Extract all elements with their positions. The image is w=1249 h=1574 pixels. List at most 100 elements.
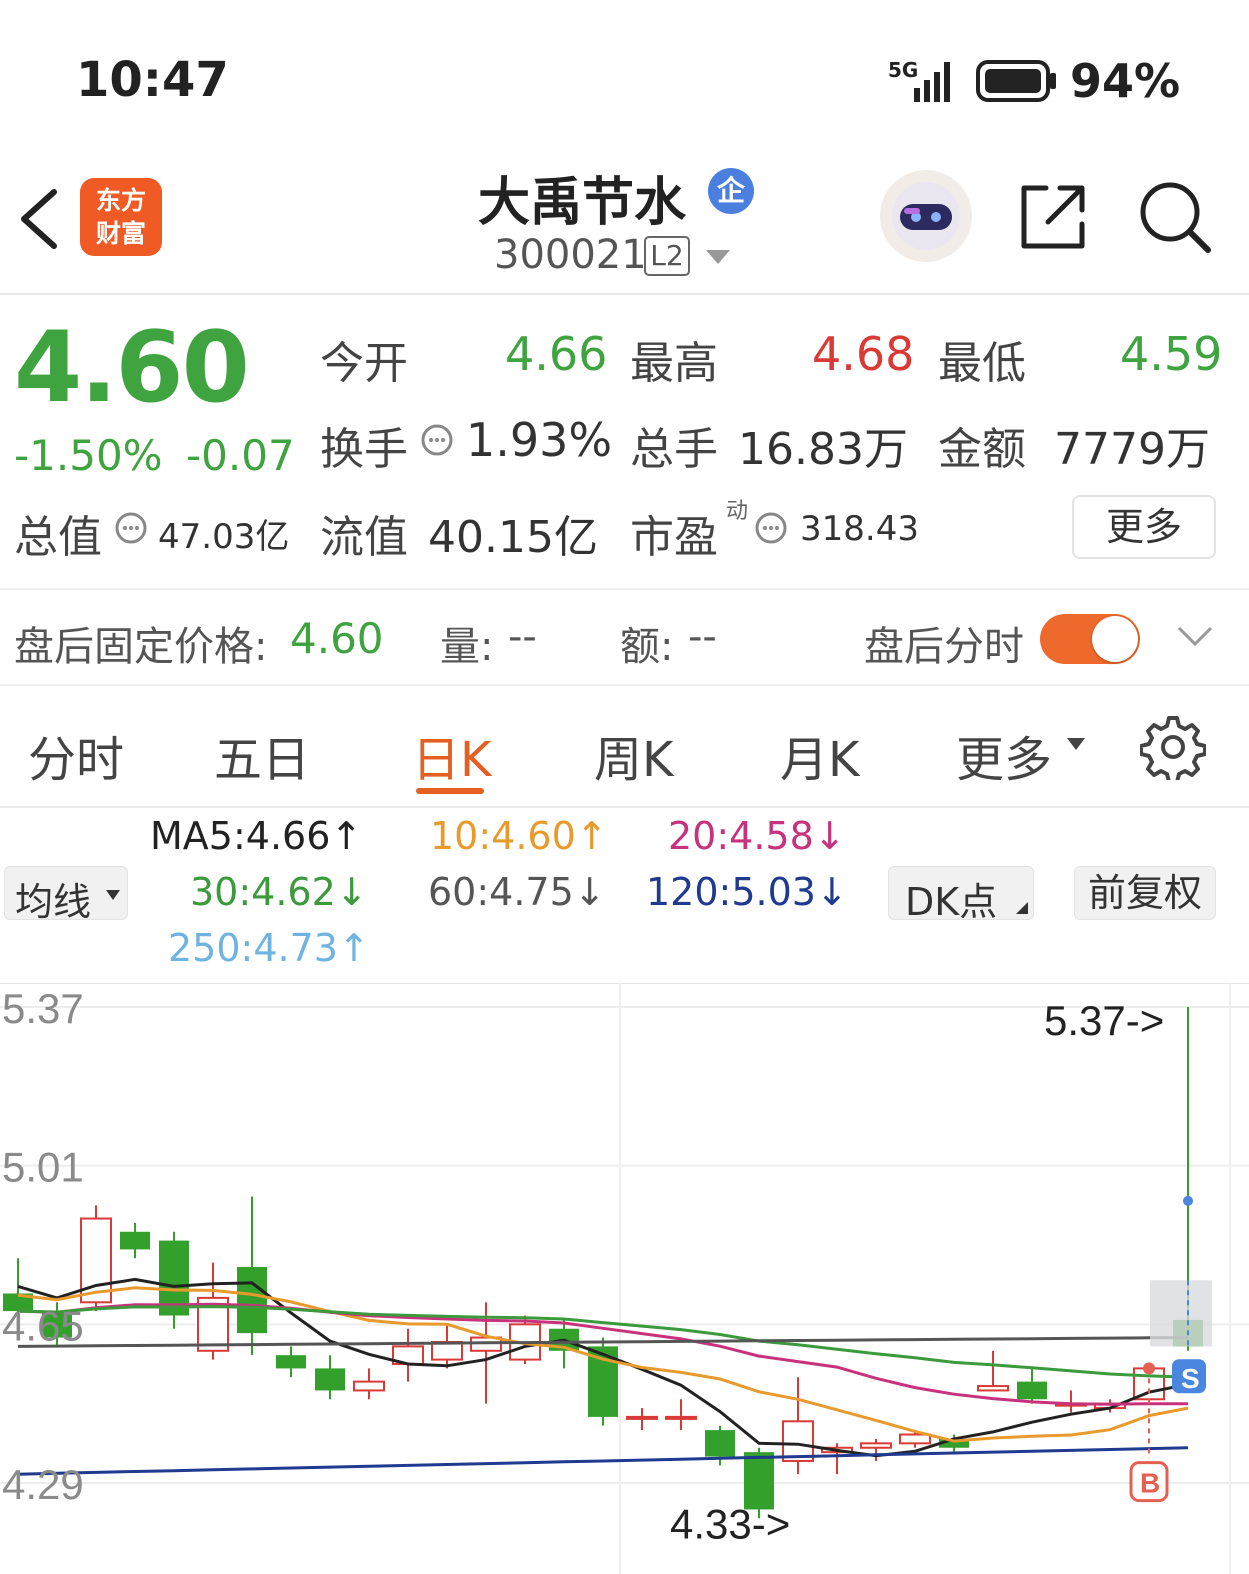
y-tick-label: 5.01 [2,1144,84,1191]
toggle-knob [1092,616,1138,662]
ma-mode-label: 均线 [15,880,92,924]
kline-svg: 5.37 5.01 4.65 4.29 5.37-> 4.33-> S B [0,983,1249,1574]
volume-value: 16.83万 [738,424,908,475]
dk-point-label: DK点 [905,880,998,924]
level2-badge: L2 [644,236,690,276]
candle-body [977,1385,1009,1392]
candle-body [276,1355,306,1369]
amount-value: 7779万 [1054,424,1210,475]
search-icon[interactable] [1136,178,1216,258]
stock-code: 300021 [494,232,647,278]
candle-body [626,1415,658,1420]
after-hours-price: 4.60 [290,614,384,663]
after-hours-vol-label: 量: [440,624,494,670]
share-icon[interactable] [1016,180,1090,254]
candle-body [665,1415,697,1420]
robot-assistant-icon[interactable] [880,170,972,262]
float-cap-value: 40.15亿 [428,512,598,563]
active-tab-indicator [416,788,484,794]
after-hours-toggle-label: 盘后分时 [864,624,1024,670]
chevron-down-icon[interactable] [1176,624,1214,654]
more-button[interactable]: 更多 [1072,495,1216,559]
info-icon[interactable] [420,423,454,461]
tab-more[interactable]: 更多 [956,720,1052,790]
ma250-value: 250:4.73↑ [168,926,370,970]
volume-label: 总手 [630,424,718,475]
after-hours-bar: 盘后固定价格: 4.60 量: -- 额: -- 盘后分时 [0,588,1249,686]
period-tabs: 分时 五日 日K 周K 月K 更多 [0,690,1249,808]
kline-chart[interactable]: 5.37 5.01 4.65 4.29 5.37-> 4.33-> S B [0,983,1249,1574]
float-cap-label: 流值 [320,512,408,563]
quote-panel: 4.60 -1.50% -0.07 今开 4.66 最高 4.68 最低 4.5… [0,297,1249,587]
pe-label: 市盈 [630,512,718,563]
tab-weekly-k[interactable]: 周K [594,720,673,790]
signal-dot [1183,1195,1193,1206]
change-amount: -0.07 [186,431,295,480]
status-time: 10:47 [76,52,229,108]
candle-body [237,1267,267,1334]
candle-body [353,1380,385,1392]
tab-more-caret-icon [1066,736,1086,755]
after-hours-price-label: 盘后固定价格: [14,624,268,670]
info-icon[interactable] [754,511,788,549]
high-value: 4.68 [812,327,915,381]
ma60-value: 60:4.75↓ [428,870,606,914]
battery-icon [976,60,1058,102]
after-hours-amt-label: 额: [620,624,674,670]
tab-monthly-k[interactable]: 月K [780,720,859,790]
ma-mode-button[interactable]: 均线 [4,866,128,924]
pe-value: 318.43 [800,509,919,549]
settings-gear-icon[interactable] [1139,714,1207,784]
stock-header: 东方 财富 大禹节水 企 300021 L2 [0,150,1249,295]
candle-body [899,1433,931,1445]
after-hours-toggle[interactable] [1040,614,1140,664]
ma10-value: 10:4.60↑ [430,814,608,858]
total-cap-label: 总值 [14,512,102,563]
low-label: 最低 [938,338,1026,389]
back-icon[interactable] [14,186,64,252]
tab-intraday[interactable]: 分时 [28,720,124,790]
amount-label: 金额 [938,424,1026,475]
ma120-value: 120:5.03↓ [646,870,848,914]
tab-daily-k[interactable]: 日K [412,720,491,790]
dk-point-button[interactable]: DK点 [888,866,1034,924]
info-icon[interactable] [114,511,148,549]
stock-name: 大禹节水 [478,173,687,233]
current-price: 4.60 [14,311,250,425]
total-cap-value: 47.03亿 [158,517,290,557]
after-hours-vol: -- [508,614,537,660]
candle-body [120,1231,150,1250]
change-percent: -1.50% [14,431,163,480]
candle-body [860,1442,892,1449]
after-hours-amt: -- [688,614,717,660]
tab-five-day[interactable]: 五日 [214,720,310,790]
min-price-label: 4.33-> [670,1500,790,1547]
y-tick-label: 5.37 [2,985,84,1032]
battery-percent: 94% [1070,54,1181,108]
turnover-label: 换手 [320,424,408,475]
ma30-value: 30:4.62↓ [190,870,368,914]
status-bar: 10:47 5G 94% [0,0,1249,150]
open-label: 今开 [320,338,408,389]
sell-marker-label: S [1181,1363,1200,1394]
signal-band [1150,1280,1212,1347]
candle-body [1017,1381,1047,1400]
pe-superscript: 动 [726,499,749,524]
high-label: 最高 [630,338,718,389]
ma5-value: MA5:4.66↑ [150,814,363,858]
ma120-line [17,1446,1189,1476]
y-tick-label: 4.65 [2,1302,84,1349]
moving-average-legend: 均线 MA5:4.66↑ 10:4.60↑ 20:4.58↓ 30:4.62↓ … [0,808,1249,983]
app-logo[interactable]: 东方 财富 [80,178,162,256]
signal-icon: 5G [888,58,960,104]
enterprise-badge: 企 [708,168,754,214]
turnover-value: 1.93% [466,413,613,467]
adjust-button[interactable]: 前复权 [1074,866,1216,920]
max-price-label: 5.37-> [1044,997,1164,1044]
buy-dot [1143,1362,1155,1375]
y-tick-label: 4.29 [2,1461,84,1508]
buy-marker-label: B [1140,1468,1160,1499]
candle-body [315,1368,345,1391]
ma20-value: 20:4.58↓ [668,814,846,858]
dropdown-triangle-icon[interactable] [704,248,732,270]
